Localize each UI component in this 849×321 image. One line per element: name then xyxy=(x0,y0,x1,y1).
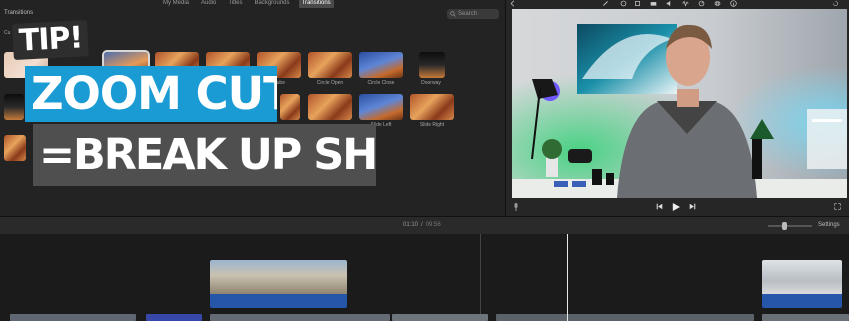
skip-back-icon[interactable] xyxy=(656,203,663,210)
timecode-display: 01:10/09:56 xyxy=(403,222,441,228)
skimmer-line xyxy=(480,234,481,321)
viewer-panel xyxy=(505,0,849,216)
crop-icon[interactable] xyxy=(634,0,641,7)
viewer-toolbar xyxy=(506,0,849,8)
transition-tile[interactable] xyxy=(280,94,300,120)
playback-controls xyxy=(506,200,849,214)
main-clip[interactable] xyxy=(496,314,754,321)
clip-audio-track xyxy=(762,293,842,308)
panel-title: Transitions xyxy=(4,10,34,16)
clip-thumbnail xyxy=(762,260,842,294)
search-placeholder: Search xyxy=(458,11,478,17)
color-balance-icon[interactable] xyxy=(620,0,627,7)
tip-badge: TIP! xyxy=(12,20,90,60)
tile-label: Doorway xyxy=(421,80,441,86)
media-tabs: My Media Audio Titles Backgrounds Transi… xyxy=(160,0,334,8)
timeline-header: 01:10/09:56 Settings xyxy=(0,216,849,234)
tab-my-media[interactable]: My Media xyxy=(160,0,192,8)
tab-transitions[interactable]: Transitions xyxy=(298,0,334,8)
overlay-subtitle-break-up-shots: =BREAK UP SHOTS xyxy=(33,124,376,186)
stabilization-icon[interactable] xyxy=(650,0,657,7)
noise-reduction-icon[interactable] xyxy=(682,0,689,7)
tile-label: Circle Close xyxy=(367,80,395,86)
current-time: 01:10 xyxy=(403,222,419,228)
transition-tile[interactable] xyxy=(4,94,24,120)
settings-button[interactable]: Settings xyxy=(818,222,840,228)
reset-icon[interactable] xyxy=(832,0,839,7)
main-clip[interactable] xyxy=(146,314,202,321)
magic-wand-icon[interactable] xyxy=(602,0,609,7)
transition-tile[interactable] xyxy=(4,135,26,161)
cutaway-clip[interactable] xyxy=(210,260,347,308)
microphone-icon[interactable] xyxy=(513,203,519,211)
timeline[interactable] xyxy=(0,234,849,321)
transition-tile[interactable] xyxy=(410,94,454,120)
clip-thumbnail xyxy=(210,260,347,294)
total-duration: 09:56 xyxy=(425,222,441,228)
main-clip[interactable] xyxy=(210,314,390,321)
tab-backgrounds[interactable]: Backgrounds xyxy=(252,0,293,8)
info-icon[interactable] xyxy=(730,0,737,7)
fullscreen-icon[interactable] xyxy=(834,203,841,210)
search-icon xyxy=(450,11,456,17)
transition-tile[interactable] xyxy=(308,52,352,78)
tile-label: Slide Right xyxy=(419,122,445,128)
video-frame-image xyxy=(512,9,847,198)
category-label: Cu xyxy=(4,30,11,36)
volume-icon[interactable] xyxy=(666,0,673,7)
transition-tile[interactable] xyxy=(419,52,445,78)
tab-titles[interactable]: Titles xyxy=(225,0,245,8)
zoom-slider-knob[interactable] xyxy=(782,222,787,230)
transition-tile[interactable] xyxy=(359,94,403,120)
tile-label: Circle Open xyxy=(316,80,344,86)
cutaway-clip[interactable] xyxy=(762,260,842,308)
search-input[interactable]: Search xyxy=(447,9,499,19)
transition-tile[interactable] xyxy=(359,52,403,78)
main-clip[interactable] xyxy=(10,314,136,321)
skip-forward-icon[interactable] xyxy=(689,203,696,210)
timeline-zoom-slider[interactable] xyxy=(768,222,812,230)
tab-audio[interactable]: Audio xyxy=(198,0,219,8)
play-icon[interactable] xyxy=(672,203,680,211)
main-clip[interactable] xyxy=(392,314,488,321)
main-clip[interactable] xyxy=(762,314,849,321)
transition-tile[interactable] xyxy=(308,94,352,120)
clip-audio-track xyxy=(210,293,347,308)
video-preview xyxy=(512,9,847,198)
overlay-title-zoom-cuts: ZOOM CUTS xyxy=(25,66,277,122)
filter-icon[interactable] xyxy=(714,0,721,7)
speed-icon[interactable] xyxy=(698,0,705,7)
back-arrow-icon[interactable] xyxy=(509,0,516,7)
playhead[interactable] xyxy=(567,234,568,321)
